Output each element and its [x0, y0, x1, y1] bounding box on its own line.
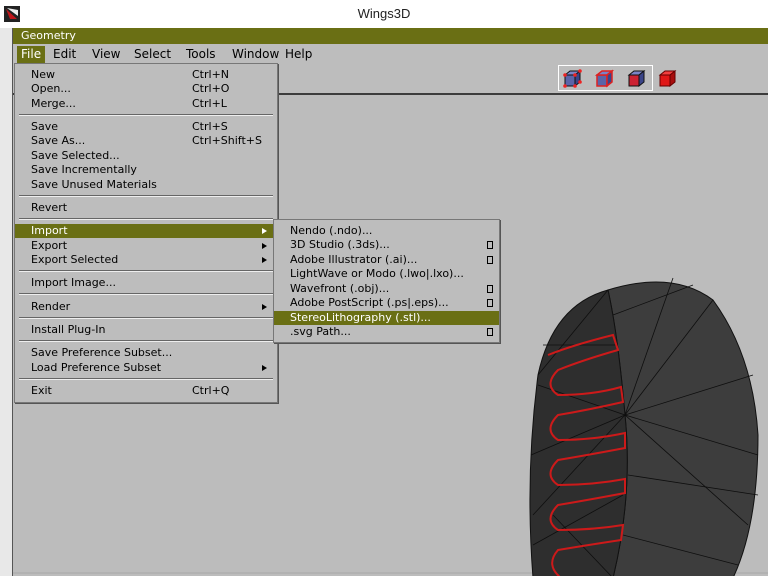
file-menu-save-preference-subset[interactable]: Save Preference Subset...: [15, 346, 277, 360]
menu-separator: [19, 195, 273, 197]
submenu-arrow-icon: [262, 228, 267, 234]
cylinder-model[interactable]: [529, 277, 759, 576]
file-menu-save-selected[interactable]: Save Selected...: [15, 149, 277, 163]
edge-cube-icon[interactable]: [593, 68, 615, 90]
window-titlebar: Wings3D: [0, 0, 768, 28]
file-menu-import-image[interactable]: Import Image...: [15, 276, 277, 290]
left-gutter: [0, 28, 13, 576]
menu-window[interactable]: Window: [232, 47, 279, 61]
import-3ds[interactable]: 3D Studio (.3ds)...: [274, 238, 499, 252]
menu-separator: [19, 270, 273, 272]
file-menu-install-plugin[interactable]: Install Plug-In: [15, 323, 277, 337]
file-menu-load-preference-subset[interactable]: Load Preference Subset: [15, 361, 277, 375]
file-menu-export[interactable]: Export: [15, 239, 277, 253]
import-submenu: Nendo (.ndo)... 3D Studio (.3ds)... Adob…: [273, 219, 500, 343]
file-menu-new[interactable]: New Ctrl+N: [15, 68, 277, 82]
import-adobe-illustrator[interactable]: Adobe Illustrator (.ai)...: [274, 253, 499, 267]
file-menu-exit[interactable]: Exit Ctrl+Q: [15, 384, 277, 398]
menu-edit[interactable]: Edit: [53, 47, 76, 61]
file-menu-export-selected[interactable]: Export Selected: [15, 253, 277, 267]
menu-separator: [19, 114, 273, 116]
file-menu-save-incrementally[interactable]: Save Incrementally: [15, 163, 277, 177]
submenu-arrow-icon: [262, 304, 267, 310]
options-box-icon[interactable]: [487, 285, 493, 293]
window-title: Wings3D: [357, 6, 411, 21]
geometry-window-bar[interactable]: Geometry: [13, 28, 768, 44]
menu-separator: [19, 378, 273, 380]
menu-tools[interactable]: Tools: [186, 47, 216, 61]
vertex-cube-icon[interactable]: [561, 68, 583, 90]
file-menu-render[interactable]: Render: [15, 300, 277, 314]
import-lightwave-modo[interactable]: LightWave or Modo (.lwo|.lxo)...: [274, 267, 499, 281]
options-box-icon[interactable]: [487, 328, 493, 336]
submenu-arrow-icon: [262, 257, 267, 263]
file-menu-revert[interactable]: Revert: [15, 201, 277, 215]
submenu-arrow-icon: [262, 243, 267, 249]
file-menu-merge[interactable]: Merge... Ctrl+L: [15, 97, 277, 111]
import-adobe-postscript[interactable]: Adobe PostScript (.ps|.eps)...: [274, 296, 499, 310]
menu-separator: [19, 218, 273, 220]
body-cube-icon[interactable]: [656, 68, 678, 90]
menu-view[interactable]: View: [92, 47, 120, 61]
file-menu-open[interactable]: Open... Ctrl+O: [15, 82, 277, 96]
file-menu-save-as[interactable]: Save As... Ctrl+Shift+S: [15, 134, 277, 148]
options-box-icon[interactable]: [487, 241, 493, 249]
geometry-window-title: Geometry: [21, 29, 76, 42]
menu-separator: [19, 293, 273, 295]
options-box-icon[interactable]: [487, 299, 493, 307]
menu-separator: [19, 317, 273, 319]
options-box-icon[interactable]: [487, 256, 493, 264]
menu-separator: [19, 340, 273, 342]
file-menu-import[interactable]: Import: [15, 224, 277, 238]
face-cube-icon[interactable]: [625, 68, 647, 90]
file-menu-save-unused-materials[interactable]: Save Unused Materials: [15, 178, 277, 192]
menubar: File Edit View Select Tools Window Help: [13, 44, 768, 65]
submenu-arrow-icon: [262, 365, 267, 371]
import-svg-path[interactable]: .svg Path...: [274, 325, 499, 339]
file-menu: New Ctrl+N Open... Ctrl+O Merge... Ctrl+…: [14, 63, 278, 403]
menu-select[interactable]: Select: [134, 47, 171, 61]
import-wavefront[interactable]: Wavefront (.obj)...: [274, 282, 499, 296]
file-menu-save[interactable]: Save Ctrl+S: [15, 120, 277, 134]
menu-help[interactable]: Help: [285, 47, 312, 61]
import-stereolithography[interactable]: StereoLithography (.stl)...: [274, 311, 499, 325]
menu-file[interactable]: File: [17, 46, 46, 63]
import-nendo[interactable]: Nendo (.ndo)...: [274, 224, 499, 238]
